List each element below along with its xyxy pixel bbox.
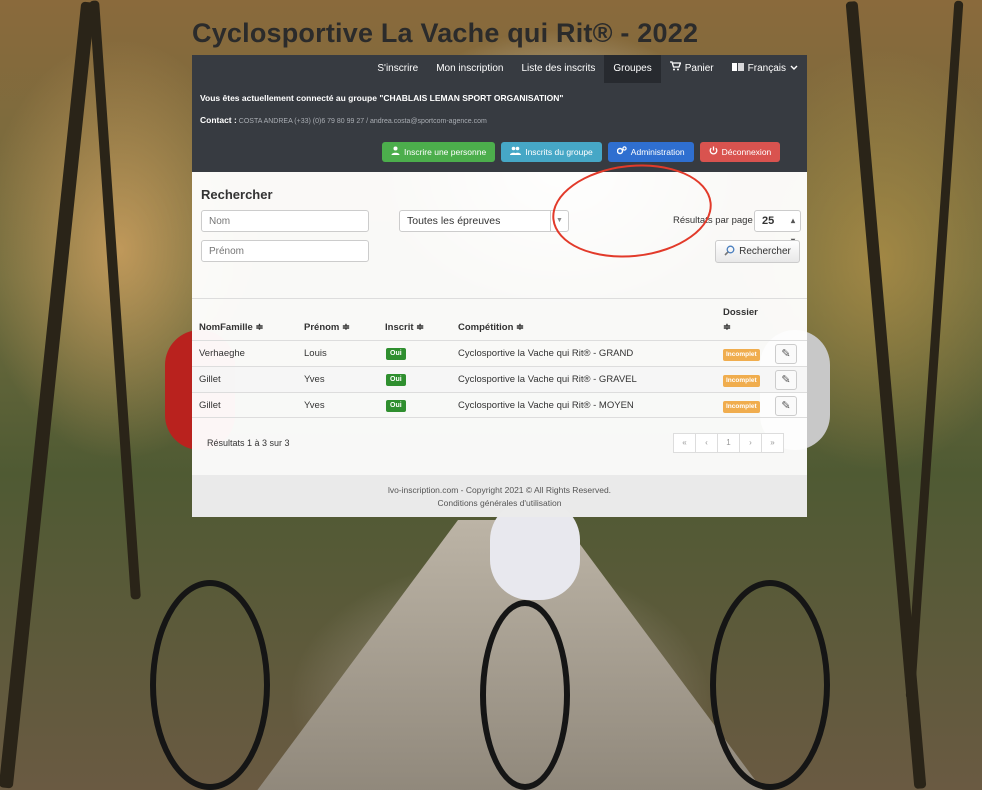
header-dossier-sort[interactable]: ≑ bbox=[723, 322, 731, 333]
bike-wheel bbox=[480, 600, 570, 790]
cell-nom: Gillet bbox=[199, 374, 221, 385]
pencil-icon: ✎ bbox=[781, 400, 791, 412]
bike-wheel bbox=[150, 580, 270, 790]
footer: lvo-inscription.com - Copyright 2021 © A… bbox=[192, 475, 807, 517]
language-icon bbox=[731, 55, 744, 83]
pencil-icon: ✎ bbox=[781, 348, 791, 360]
dossier-badge: Incomplet bbox=[723, 401, 760, 413]
contact-value: COSTA ANDREA (+33) (0)6 79 80 99 27 / an… bbox=[238, 118, 487, 125]
pager-next[interactable]: › bbox=[739, 433, 762, 453]
inscrit-badge: Oui bbox=[386, 374, 406, 386]
cell-nom: Verhaeghe bbox=[199, 348, 245, 359]
tree-trunk bbox=[905, 0, 964, 700]
pagination: « ‹ 1 › » bbox=[673, 433, 784, 453]
header-inscrit[interactable]: Inscrit ≑ bbox=[385, 322, 424, 333]
administration-label: Administration bbox=[630, 147, 685, 157]
group-members-button[interactable]: Inscrits du groupe bbox=[501, 142, 602, 162]
divider bbox=[192, 298, 807, 299]
action-buttons: Inscrire une personne Inscrits du groupe… bbox=[382, 142, 781, 162]
cogs-icon bbox=[616, 142, 627, 162]
tree-trunk bbox=[0, 1, 96, 789]
table-row: Gillet Yves Oui Cyclosportive la Vache q… bbox=[192, 366, 807, 392]
top-nav: S'inscrire Mon inscription Liste des ins… bbox=[368, 55, 807, 83]
inscrit-badge: Oui bbox=[386, 348, 406, 360]
search-icon bbox=[724, 245, 735, 259]
add-person-label: Inscrire une personne bbox=[404, 147, 487, 157]
terms-link[interactable]: Conditions générales d'utilisation bbox=[192, 497, 807, 510]
edit-button[interactable]: ✎ bbox=[775, 370, 797, 390]
user-icon bbox=[391, 142, 400, 162]
cell-competition: Cyclosportive la Vache qui Rit® - GRAND bbox=[458, 348, 634, 359]
prenom-input[interactable] bbox=[201, 240, 369, 262]
nav-groups[interactable]: Groupes bbox=[604, 55, 661, 83]
edit-button[interactable]: ✎ bbox=[775, 396, 797, 416]
logout-button[interactable]: Déconnexion bbox=[699, 142, 781, 162]
tree-trunk bbox=[89, 0, 141, 600]
dossier-badge: Incomplet bbox=[723, 349, 760, 361]
inscrit-badge: Oui bbox=[386, 400, 406, 412]
logout-label: Déconnexion bbox=[721, 147, 772, 157]
add-person-button[interactable]: Inscrire une personne bbox=[382, 142, 496, 162]
cell-competition: Cyclosportive la Vache qui Rit® - GRAVEL bbox=[458, 374, 637, 385]
table-row: Verhaeghe Louis Oui Cyclosportive la Vac… bbox=[192, 340, 807, 366]
bike-wheel bbox=[710, 580, 830, 790]
pencil-icon: ✎ bbox=[781, 374, 791, 386]
search-title: Rechercher bbox=[201, 187, 273, 202]
search-button[interactable]: Rechercher bbox=[715, 240, 800, 263]
search-button-label: Rechercher bbox=[739, 246, 791, 257]
group-members-label: Inscrits du groupe bbox=[525, 147, 593, 157]
dossier-badge: Incomplet bbox=[723, 375, 760, 387]
annotation-circle bbox=[547, 156, 717, 266]
cell-prenom: Yves bbox=[304, 400, 325, 411]
cell-competition: Cyclosportive la Vache qui Rit® - MOYEN bbox=[458, 400, 634, 411]
main-panel: S'inscrire Mon inscription Liste des ins… bbox=[192, 55, 807, 517]
table-row: Gillet Yves Oui Cyclosportive la Vache q… bbox=[192, 392, 807, 418]
results-count: Résultats 1 à 3 sur 3 bbox=[207, 438, 290, 448]
header-bar: S'inscrire Mon inscription Liste des ins… bbox=[192, 55, 807, 172]
chevron-down-icon bbox=[790, 55, 798, 83]
epreuve-selected-value: Toutes les épreuves bbox=[407, 215, 501, 227]
cart-icon bbox=[669, 55, 682, 83]
header-dossier[interactable]: Dossier bbox=[723, 307, 758, 318]
administration-button[interactable]: Administration bbox=[607, 142, 694, 162]
footer-copyright: lvo-inscription.com - Copyright 2021 © A… bbox=[387, 485, 612, 495]
nav-language[interactable]: Français bbox=[723, 55, 807, 83]
cell-prenom: Yves bbox=[304, 374, 325, 385]
site-title: Cyclosportive La Vache qui Rit® - 2022 bbox=[192, 18, 699, 48]
users-icon bbox=[510, 142, 522, 162]
nav-language-label: Français bbox=[747, 63, 786, 74]
power-icon bbox=[709, 142, 718, 162]
nav-my-registration[interactable]: Mon inscription bbox=[427, 55, 512, 83]
contact-line: Contact : COSTA ANDREA (+33) (0)6 79 80 … bbox=[200, 115, 487, 125]
nav-list[interactable]: Liste des inscrits bbox=[512, 55, 604, 83]
header-competition[interactable]: Compétition ≑ bbox=[458, 322, 524, 333]
nom-input[interactable] bbox=[201, 210, 369, 232]
cell-prenom: Louis bbox=[304, 348, 327, 359]
per-page-select[interactable]: 25 ▴▾ bbox=[754, 210, 801, 245]
per-page-value: 25 bbox=[762, 215, 775, 227]
cell-nom: Gillet bbox=[199, 400, 221, 411]
epreuve-select[interactable]: Toutes les épreuves ▼ bbox=[399, 210, 569, 232]
pager-prev[interactable]: ‹ bbox=[695, 433, 718, 453]
pager-last[interactable]: » bbox=[761, 433, 784, 453]
nav-register[interactable]: S'inscrire bbox=[368, 55, 427, 83]
nav-cart-label: Panier bbox=[684, 63, 714, 74]
pager-first[interactable]: « bbox=[673, 433, 696, 453]
contact-label: Contact : bbox=[200, 115, 237, 125]
header-prenom[interactable]: Prénom ≑ bbox=[304, 322, 350, 333]
header-nom[interactable]: NomFamille ≑ bbox=[199, 322, 263, 333]
connected-group-text: Vous êtes actuellement connecté au group… bbox=[200, 93, 564, 103]
pager-page-1[interactable]: 1 bbox=[717, 433, 740, 453]
edit-button[interactable]: ✎ bbox=[775, 344, 797, 364]
nav-cart[interactable]: Panier bbox=[661, 55, 723, 83]
